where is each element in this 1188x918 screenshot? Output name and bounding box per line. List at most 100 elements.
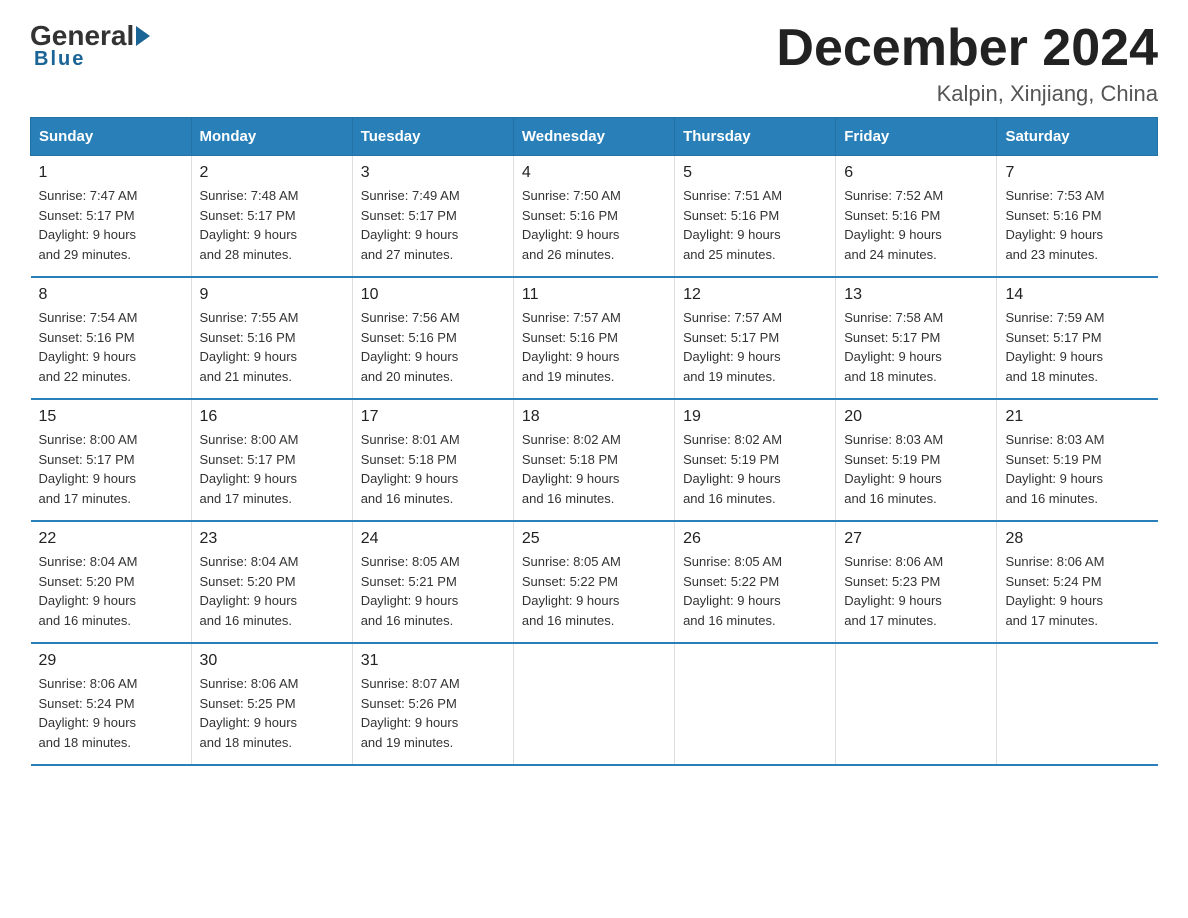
day-info: Sunrise: 8:02 AM Sunset: 5:19 PM Dayligh… <box>683 430 827 508</box>
day-number: 5 <box>683 164 827 182</box>
day-info: Sunrise: 7:56 AM Sunset: 5:16 PM Dayligh… <box>361 308 505 386</box>
day-number: 7 <box>1005 164 1149 182</box>
day-number: 8 <box>39 286 183 304</box>
day-info: Sunrise: 7:51 AM Sunset: 5:16 PM Dayligh… <box>683 186 827 264</box>
page-subtitle: Kalpin, Xinjiang, China <box>776 81 1158 107</box>
table-row: 8 Sunrise: 7:54 AM Sunset: 5:16 PM Dayli… <box>31 277 192 399</box>
day-number: 2 <box>200 164 344 182</box>
calendar-table: Sunday Monday Tuesday Wednesday Thursday… <box>30 117 1158 766</box>
table-row: 7 Sunrise: 7:53 AM Sunset: 5:16 PM Dayli… <box>997 156 1158 278</box>
day-number: 19 <box>683 408 827 426</box>
table-row: 20 Sunrise: 8:03 AM Sunset: 5:19 PM Dayl… <box>836 399 997 521</box>
day-info: Sunrise: 7:57 AM Sunset: 5:17 PM Dayligh… <box>683 308 827 386</box>
logo-blue-text: Blue <box>34 48 85 71</box>
col-sunday: Sunday <box>31 118 192 156</box>
table-row: 13 Sunrise: 7:58 AM Sunset: 5:17 PM Dayl… <box>836 277 997 399</box>
logo: General Blue <box>30 20 152 71</box>
table-row: 19 Sunrise: 8:02 AM Sunset: 5:19 PM Dayl… <box>675 399 836 521</box>
day-info: Sunrise: 7:58 AM Sunset: 5:17 PM Dayligh… <box>844 308 988 386</box>
day-info: Sunrise: 7:59 AM Sunset: 5:17 PM Dayligh… <box>1005 308 1149 386</box>
day-info: Sunrise: 8:04 AM Sunset: 5:20 PM Dayligh… <box>39 552 183 630</box>
day-number: 16 <box>200 408 344 426</box>
day-number: 10 <box>361 286 505 304</box>
day-info: Sunrise: 8:04 AM Sunset: 5:20 PM Dayligh… <box>200 552 344 630</box>
day-info: Sunrise: 7:52 AM Sunset: 5:16 PM Dayligh… <box>844 186 988 264</box>
table-row: 30 Sunrise: 8:06 AM Sunset: 5:25 PM Dayl… <box>191 643 352 765</box>
day-info: Sunrise: 8:06 AM Sunset: 5:24 PM Dayligh… <box>1005 552 1149 630</box>
day-number: 6 <box>844 164 988 182</box>
table-row: 24 Sunrise: 8:05 AM Sunset: 5:21 PM Dayl… <box>352 521 513 643</box>
col-thursday: Thursday <box>675 118 836 156</box>
calendar-week-row: 15 Sunrise: 8:00 AM Sunset: 5:17 PM Dayl… <box>31 399 1158 521</box>
calendar-week-row: 29 Sunrise: 8:06 AM Sunset: 5:24 PM Dayl… <box>31 643 1158 765</box>
table-row: 17 Sunrise: 8:01 AM Sunset: 5:18 PM Dayl… <box>352 399 513 521</box>
day-number: 24 <box>361 530 505 548</box>
day-info: Sunrise: 8:06 AM Sunset: 5:24 PM Dayligh… <box>39 674 183 752</box>
day-number: 25 <box>522 530 666 548</box>
day-number: 11 <box>522 286 666 304</box>
day-number: 21 <box>1005 408 1149 426</box>
table-row: 11 Sunrise: 7:57 AM Sunset: 5:16 PM Dayl… <box>513 277 674 399</box>
table-row: 25 Sunrise: 8:05 AM Sunset: 5:22 PM Dayl… <box>513 521 674 643</box>
day-info: Sunrise: 8:03 AM Sunset: 5:19 PM Dayligh… <box>844 430 988 508</box>
table-row: 6 Sunrise: 7:52 AM Sunset: 5:16 PM Dayli… <box>836 156 997 278</box>
table-row: 2 Sunrise: 7:48 AM Sunset: 5:17 PM Dayli… <box>191 156 352 278</box>
table-row: 5 Sunrise: 7:51 AM Sunset: 5:16 PM Dayli… <box>675 156 836 278</box>
day-info: Sunrise: 8:05 AM Sunset: 5:21 PM Dayligh… <box>361 552 505 630</box>
day-number: 15 <box>39 408 183 426</box>
table-row: 12 Sunrise: 7:57 AM Sunset: 5:17 PM Dayl… <box>675 277 836 399</box>
day-info: Sunrise: 8:02 AM Sunset: 5:18 PM Dayligh… <box>522 430 666 508</box>
table-row: 26 Sunrise: 8:05 AM Sunset: 5:22 PM Dayl… <box>675 521 836 643</box>
day-info: Sunrise: 8:05 AM Sunset: 5:22 PM Dayligh… <box>683 552 827 630</box>
table-row: 18 Sunrise: 8:02 AM Sunset: 5:18 PM Dayl… <box>513 399 674 521</box>
day-info: Sunrise: 7:50 AM Sunset: 5:16 PM Dayligh… <box>522 186 666 264</box>
day-info: Sunrise: 8:06 AM Sunset: 5:23 PM Dayligh… <box>844 552 988 630</box>
day-number: 30 <box>200 652 344 670</box>
day-number: 3 <box>361 164 505 182</box>
day-info: Sunrise: 8:00 AM Sunset: 5:17 PM Dayligh… <box>39 430 183 508</box>
day-info: Sunrise: 7:53 AM Sunset: 5:16 PM Dayligh… <box>1005 186 1149 264</box>
day-info: Sunrise: 8:06 AM Sunset: 5:25 PM Dayligh… <box>200 674 344 752</box>
day-info: Sunrise: 8:00 AM Sunset: 5:17 PM Dayligh… <box>200 430 344 508</box>
day-number: 26 <box>683 530 827 548</box>
table-row <box>513 643 674 765</box>
table-row: 29 Sunrise: 8:06 AM Sunset: 5:24 PM Dayl… <box>31 643 192 765</box>
table-row: 9 Sunrise: 7:55 AM Sunset: 5:16 PM Dayli… <box>191 277 352 399</box>
day-info: Sunrise: 7:55 AM Sunset: 5:16 PM Dayligh… <box>200 308 344 386</box>
col-monday: Monday <box>191 118 352 156</box>
table-row: 16 Sunrise: 8:00 AM Sunset: 5:17 PM Dayl… <box>191 399 352 521</box>
day-info: Sunrise: 8:05 AM Sunset: 5:22 PM Dayligh… <box>522 552 666 630</box>
table-row: 14 Sunrise: 7:59 AM Sunset: 5:17 PM Dayl… <box>997 277 1158 399</box>
day-info: Sunrise: 8:07 AM Sunset: 5:26 PM Dayligh… <box>361 674 505 752</box>
day-number: 22 <box>39 530 183 548</box>
calendar-week-row: 22 Sunrise: 8:04 AM Sunset: 5:20 PM Dayl… <box>31 521 1158 643</box>
day-info: Sunrise: 8:01 AM Sunset: 5:18 PM Dayligh… <box>361 430 505 508</box>
day-number: 1 <box>39 164 183 182</box>
day-number: 12 <box>683 286 827 304</box>
table-row: 10 Sunrise: 7:56 AM Sunset: 5:16 PM Dayl… <box>352 277 513 399</box>
table-row: 21 Sunrise: 8:03 AM Sunset: 5:19 PM Dayl… <box>997 399 1158 521</box>
day-number: 29 <box>39 652 183 670</box>
day-info: Sunrise: 8:03 AM Sunset: 5:19 PM Dayligh… <box>1005 430 1149 508</box>
page-header: General Blue December 2024 Kalpin, Xinji… <box>30 20 1158 107</box>
day-number: 17 <box>361 408 505 426</box>
day-number: 23 <box>200 530 344 548</box>
table-row <box>675 643 836 765</box>
col-tuesday: Tuesday <box>352 118 513 156</box>
table-row: 3 Sunrise: 7:49 AM Sunset: 5:17 PM Dayli… <box>352 156 513 278</box>
day-number: 4 <box>522 164 666 182</box>
table-row: 27 Sunrise: 8:06 AM Sunset: 5:23 PM Dayl… <box>836 521 997 643</box>
col-wednesday: Wednesday <box>513 118 674 156</box>
day-number: 18 <box>522 408 666 426</box>
table-row: 28 Sunrise: 8:06 AM Sunset: 5:24 PM Dayl… <box>997 521 1158 643</box>
table-row: 22 Sunrise: 8:04 AM Sunset: 5:20 PM Dayl… <box>31 521 192 643</box>
calendar-week-row: 8 Sunrise: 7:54 AM Sunset: 5:16 PM Dayli… <box>31 277 1158 399</box>
table-row: 1 Sunrise: 7:47 AM Sunset: 5:17 PM Dayli… <box>31 156 192 278</box>
day-info: Sunrise: 7:57 AM Sunset: 5:16 PM Dayligh… <box>522 308 666 386</box>
day-number: 28 <box>1005 530 1149 548</box>
col-friday: Friday <box>836 118 997 156</box>
page-title: December 2024 <box>776 20 1158 77</box>
logo-triangle-icon <box>136 26 150 46</box>
day-info: Sunrise: 7:49 AM Sunset: 5:17 PM Dayligh… <box>361 186 505 264</box>
table-row <box>836 643 997 765</box>
